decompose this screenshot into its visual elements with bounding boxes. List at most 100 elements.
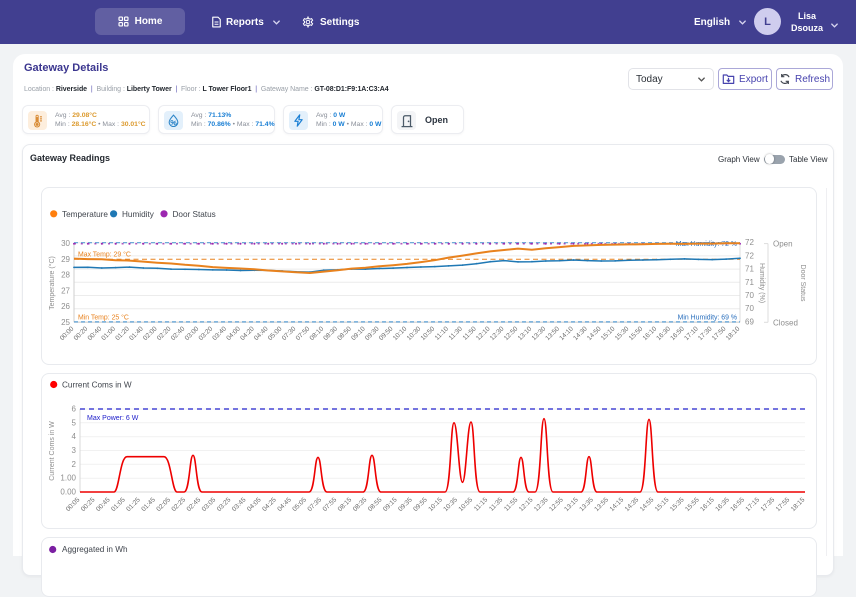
svg-text:09:35: 09:35	[397, 496, 414, 513]
svg-text:28: 28	[61, 271, 70, 280]
svg-text:72: 72	[745, 238, 754, 247]
svg-text:2: 2	[72, 460, 77, 469]
svg-text:15:30: 15:30	[614, 325, 631, 342]
svg-text:07:55: 07:55	[322, 496, 339, 513]
svg-text:05:00: 05:00	[267, 325, 284, 342]
svg-text:10:35: 10:35	[442, 496, 459, 513]
svg-text:02:05: 02:05	[155, 496, 172, 513]
svg-text:11:30: 11:30	[448, 325, 465, 342]
svg-text:01:25: 01:25	[125, 496, 142, 513]
svg-text:00:45: 00:45	[95, 496, 112, 513]
svg-text:03:05: 03:05	[201, 496, 218, 513]
svg-text:72: 72	[745, 251, 754, 260]
svg-text:11:15: 11:15	[473, 496, 490, 513]
svg-text:70: 70	[745, 291, 754, 300]
svg-text:5: 5	[72, 418, 77, 427]
svg-text:11:35: 11:35	[488, 496, 505, 513]
svg-text:10:50: 10:50	[420, 325, 437, 342]
svg-text:30: 30	[61, 239, 70, 248]
svg-text:16:55: 16:55	[729, 496, 746, 513]
svg-text:14:30: 14:30	[572, 325, 589, 342]
svg-text:6: 6	[72, 405, 77, 414]
svg-text:16:10: 16:10	[642, 325, 659, 342]
svg-text:09:10: 09:10	[350, 325, 367, 342]
svg-text:10:15: 10:15	[427, 496, 444, 513]
svg-text:13:55: 13:55	[593, 496, 610, 513]
svg-text:29: 29	[61, 255, 70, 264]
svg-text:02:40: 02:40	[170, 325, 187, 342]
svg-text:08:10: 08:10	[309, 325, 326, 342]
svg-text:07:30: 07:30	[281, 325, 298, 342]
svg-text:00:05: 00:05	[65, 496, 82, 513]
svg-text:12:35: 12:35	[533, 496, 550, 513]
svg-text:04:05: 04:05	[246, 496, 263, 513]
svg-text:12:10: 12:10	[475, 325, 492, 342]
svg-text:13:15: 13:15	[563, 496, 580, 513]
svg-text:01:00: 01:00	[100, 325, 117, 342]
svg-text:08:55: 08:55	[367, 496, 384, 513]
svg-text:02:25: 02:25	[170, 496, 187, 513]
svg-text:Door Status: Door Status	[173, 210, 216, 219]
svg-text:17:15: 17:15	[744, 496, 761, 513]
svg-text:69: 69	[745, 317, 754, 326]
svg-text:08:30: 08:30	[322, 325, 339, 342]
svg-text:01:20: 01:20	[114, 325, 131, 342]
svg-text:Temperature: Temperature	[62, 210, 108, 219]
svg-text:08:50: 08:50	[336, 325, 353, 342]
svg-text:13:50: 13:50	[544, 325, 561, 342]
svg-text:04:45: 04:45	[276, 496, 293, 513]
svg-text:Door Status: Door Status	[799, 265, 806, 302]
svg-text:26: 26	[61, 302, 70, 311]
svg-text:14:10: 14:10	[558, 325, 575, 342]
svg-text:3: 3	[72, 446, 77, 455]
svg-text:07:50: 07:50	[295, 325, 312, 342]
svg-text:02:45: 02:45	[186, 496, 203, 513]
svg-text:01:40: 01:40	[128, 325, 145, 342]
svg-text:1.00: 1.00	[60, 474, 76, 483]
svg-text:01:05: 01:05	[110, 496, 127, 513]
svg-text:01:45: 01:45	[140, 496, 157, 513]
svg-text:17:55: 17:55	[775, 496, 792, 513]
svg-text:15:55: 15:55	[684, 496, 701, 513]
svg-text:04:25: 04:25	[261, 496, 278, 513]
svg-text:10:30: 10:30	[406, 325, 423, 342]
svg-text:Closed: Closed	[773, 318, 798, 327]
svg-text:03:40: 03:40	[211, 325, 228, 342]
svg-text:Current Coms in W: Current Coms in W	[49, 421, 56, 481]
svg-text:17:35: 17:35	[760, 496, 777, 513]
svg-text:Humidity (%): Humidity (%)	[758, 263, 765, 303]
svg-text:17:30: 17:30	[697, 325, 714, 342]
svg-text:Current Coms in W: Current Coms in W	[62, 381, 132, 390]
svg-text:14:50: 14:50	[586, 325, 603, 342]
svg-text:13:10: 13:10	[517, 325, 534, 342]
svg-text:02:00: 02:00	[142, 325, 159, 342]
svg-text:11:50: 11:50	[462, 325, 479, 342]
svg-text:08:35: 08:35	[352, 496, 369, 513]
svg-text:16:30: 16:30	[655, 325, 672, 342]
svg-text:14:35: 14:35	[624, 496, 641, 513]
svg-text:00:20: 00:20	[73, 325, 90, 342]
svg-text:0.00: 0.00	[60, 488, 76, 497]
svg-text:12:15: 12:15	[518, 496, 535, 513]
svg-text:03:00: 03:00	[184, 325, 201, 342]
svg-text:08:15: 08:15	[337, 496, 354, 513]
svg-text:11:55: 11:55	[503, 496, 520, 513]
svg-text:14:55: 14:55	[639, 496, 656, 513]
svg-text:Min Temp: 25 °C: Min Temp: 25 °C	[78, 313, 129, 321]
svg-text:13:35: 13:35	[578, 496, 595, 513]
svg-text:17:10: 17:10	[683, 325, 700, 342]
svg-text:Temperature (°C): Temperature (°C)	[48, 256, 56, 310]
svg-text:13:30: 13:30	[531, 325, 548, 342]
svg-text:09:15: 09:15	[382, 496, 399, 513]
svg-text:04:40: 04:40	[253, 325, 270, 342]
svg-text:71: 71	[745, 278, 754, 287]
svg-text:18:15: 18:15	[790, 496, 807, 513]
svg-text:12:55: 12:55	[548, 496, 565, 513]
svg-text:14:15: 14:15	[609, 496, 626, 513]
svg-text:00:25: 00:25	[80, 496, 97, 513]
svg-text:05:05: 05:05	[291, 496, 308, 513]
svg-text:71: 71	[745, 265, 754, 274]
svg-text:4: 4	[72, 432, 77, 441]
svg-text:00:00: 00:00	[59, 325, 76, 342]
svg-text:70: 70	[745, 304, 754, 313]
